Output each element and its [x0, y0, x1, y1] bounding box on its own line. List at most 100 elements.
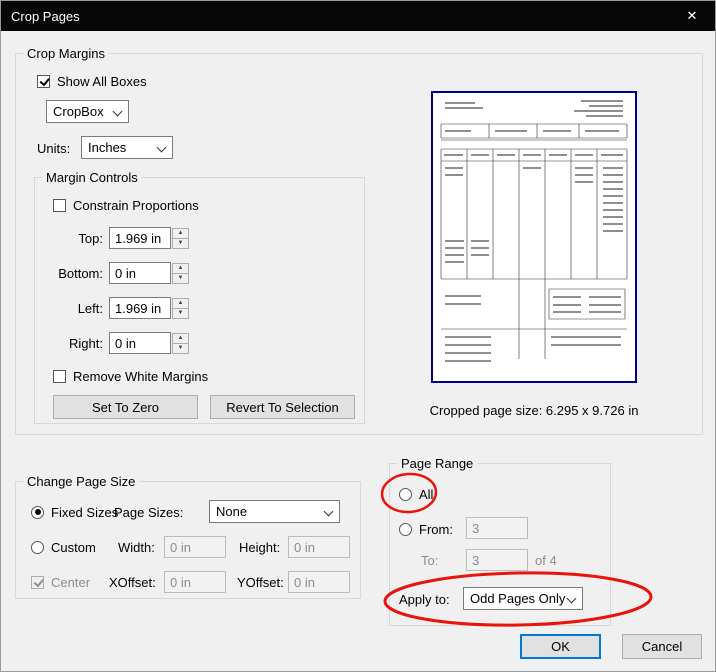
spinner-down-icon[interactable]: ▼	[172, 342, 189, 354]
to-input: 3	[466, 549, 528, 571]
margin-controls-group-label: Margin Controls	[42, 170, 142, 185]
all-radio[interactable]: All	[399, 486, 433, 502]
remove-white-margins-label: Remove White Margins	[73, 368, 209, 384]
margin-left-value: 1.969 in	[115, 300, 162, 316]
spinner-down-icon[interactable]: ▼	[172, 307, 189, 319]
page-preview-thumbnail	[431, 91, 637, 383]
width-input: 0 in	[164, 536, 226, 558]
page-sizes-select[interactable]: None	[209, 500, 340, 523]
page-sizes-value: None	[216, 504, 248, 519]
margin-bottom-row: Bottom: 0 in ▲ ▼	[41, 262, 189, 284]
titlebar: Crop Pages	[1, 1, 715, 31]
to-label: To:	[421, 553, 439, 568]
page-sizes-label: Page Sizes:	[114, 505, 184, 520]
set-to-zero-button[interactable]: Set To Zero	[53, 395, 198, 419]
margin-bottom-stepper[interactable]: ▲ ▼	[172, 262, 189, 284]
margin-right-value: 0 in	[115, 335, 136, 351]
margin-bottom-label: Bottom:	[58, 265, 103, 281]
margin-top-stepper[interactable]: ▲ ▼	[172, 227, 189, 249]
from-label: From:	[419, 521, 453, 537]
constrain-proportions-label: Constrain Proportions	[73, 197, 199, 213]
all-label: All	[419, 486, 434, 502]
checkbox-icon	[53, 369, 66, 383]
crop-margins-group-label: Crop Margins	[23, 46, 110, 61]
radio-icon	[399, 522, 412, 536]
center-label: Center	[51, 574, 91, 590]
from-input: 3	[466, 517, 528, 539]
margin-right-label: Right:	[69, 335, 103, 351]
from-value: 3	[472, 520, 480, 536]
height-input: 0 in	[288, 536, 350, 558]
width-label: Width:	[118, 540, 155, 555]
fixed-sizes-label: Fixed Sizes	[51, 504, 119, 520]
margin-right-row: Right: 0 in ▲ ▼	[41, 332, 189, 354]
margin-top-row: Top: 1.969 in ▲ ▼	[41, 227, 189, 249]
crop-pages-dialog: Crop Pages ✕ Crop Margins Show All Boxes…	[0, 0, 716, 672]
from-radio[interactable]: From:	[399, 521, 453, 537]
set-to-zero-label: Set To Zero	[92, 399, 159, 415]
constrain-proportions-checkbox[interactable]: Constrain Proportions	[53, 197, 199, 213]
close-button[interactable]: ✕	[669, 1, 715, 31]
margin-right-stepper[interactable]: ▲ ▼	[172, 332, 189, 354]
margin-top-input[interactable]: 1.969 in	[109, 227, 171, 249]
yoffset-label: YOffset:	[237, 575, 284, 590]
box-type-select[interactable]: CropBox	[46, 100, 129, 123]
cancel-label: Cancel	[641, 639, 683, 654]
revert-to-selection-label: Revert To Selection	[226, 399, 339, 415]
custom-radio[interactable]: Custom	[31, 539, 96, 555]
change-page-size-group-label: Change Page Size	[23, 474, 140, 489]
xoffset-input: 0 in	[164, 571, 226, 593]
units-value: Inches	[88, 140, 127, 155]
spinner-down-icon[interactable]: ▼	[172, 237, 189, 249]
chevron-down-icon	[323, 506, 334, 517]
cropped-page-size-text: Cropped page size: 6.295 x 9.726 in	[429, 403, 639, 418]
of-total-label: of 4	[535, 553, 557, 568]
chevron-down-icon	[156, 142, 167, 153]
height-value: 0 in	[294, 539, 315, 555]
units-select[interactable]: Inches	[81, 136, 173, 159]
ok-button[interactable]: OK	[520, 634, 601, 659]
margin-top-value: 1.969 in	[115, 230, 162, 246]
fixed-sizes-radio[interactable]: Fixed Sizes	[31, 504, 118, 520]
cancel-button[interactable]: Cancel	[622, 634, 702, 659]
margin-left-stepper[interactable]: ▲ ▼	[172, 297, 189, 319]
width-value: 0 in	[170, 539, 191, 555]
checkbox-checked-icon	[37, 74, 50, 88]
apply-to-label: Apply to:	[399, 592, 450, 607]
margin-bottom-value: 0 in	[115, 265, 136, 281]
margin-left-input[interactable]: 1.969 in	[109, 297, 171, 319]
ok-label: OK	[551, 639, 570, 654]
box-type-value: CropBox	[53, 104, 104, 119]
margin-top-label: Top:	[78, 230, 103, 246]
yoffset-value: 0 in	[294, 574, 315, 590]
revert-to-selection-button[interactable]: Revert To Selection	[210, 395, 355, 419]
remove-white-margins-checkbox[interactable]: Remove White Margins	[53, 368, 208, 384]
radio-selected-icon	[31, 505, 44, 519]
units-label: Units:	[37, 141, 71, 156]
chevron-down-icon	[112, 106, 123, 117]
show-all-boxes-checkbox[interactable]: Show All Boxes	[37, 73, 147, 89]
margin-bottom-input[interactable]: 0 in	[109, 262, 171, 284]
show-all-boxes-label: Show All Boxes	[57, 73, 147, 89]
apply-to-select[interactable]: Odd Pages Only	[463, 587, 583, 610]
xoffset-label: XOffset:	[109, 575, 156, 590]
to-value: 3	[472, 552, 480, 568]
checkbox-checked-icon	[31, 575, 44, 589]
spinner-down-icon[interactable]: ▼	[172, 272, 189, 284]
center-checkbox: Center	[31, 574, 90, 590]
margin-left-row: Left: 1.969 in ▲ ▼	[41, 297, 189, 319]
apply-to-value: Odd Pages Only	[470, 591, 566, 606]
chevron-down-icon	[566, 593, 577, 604]
checkbox-icon	[53, 198, 66, 212]
xoffset-value: 0 in	[170, 574, 191, 590]
close-icon: ✕	[686, 8, 698, 23]
window-title: Crop Pages	[11, 8, 80, 24]
radio-icon	[31, 540, 44, 554]
yoffset-input: 0 in	[288, 571, 350, 593]
height-label: Height:	[239, 540, 281, 555]
radio-icon	[399, 487, 412, 501]
custom-label: Custom	[51, 539, 96, 555]
margin-left-label: Left:	[77, 300, 103, 316]
margin-right-input[interactable]: 0 in	[109, 332, 171, 354]
page-range-group-label: Page Range	[397, 456, 478, 471]
